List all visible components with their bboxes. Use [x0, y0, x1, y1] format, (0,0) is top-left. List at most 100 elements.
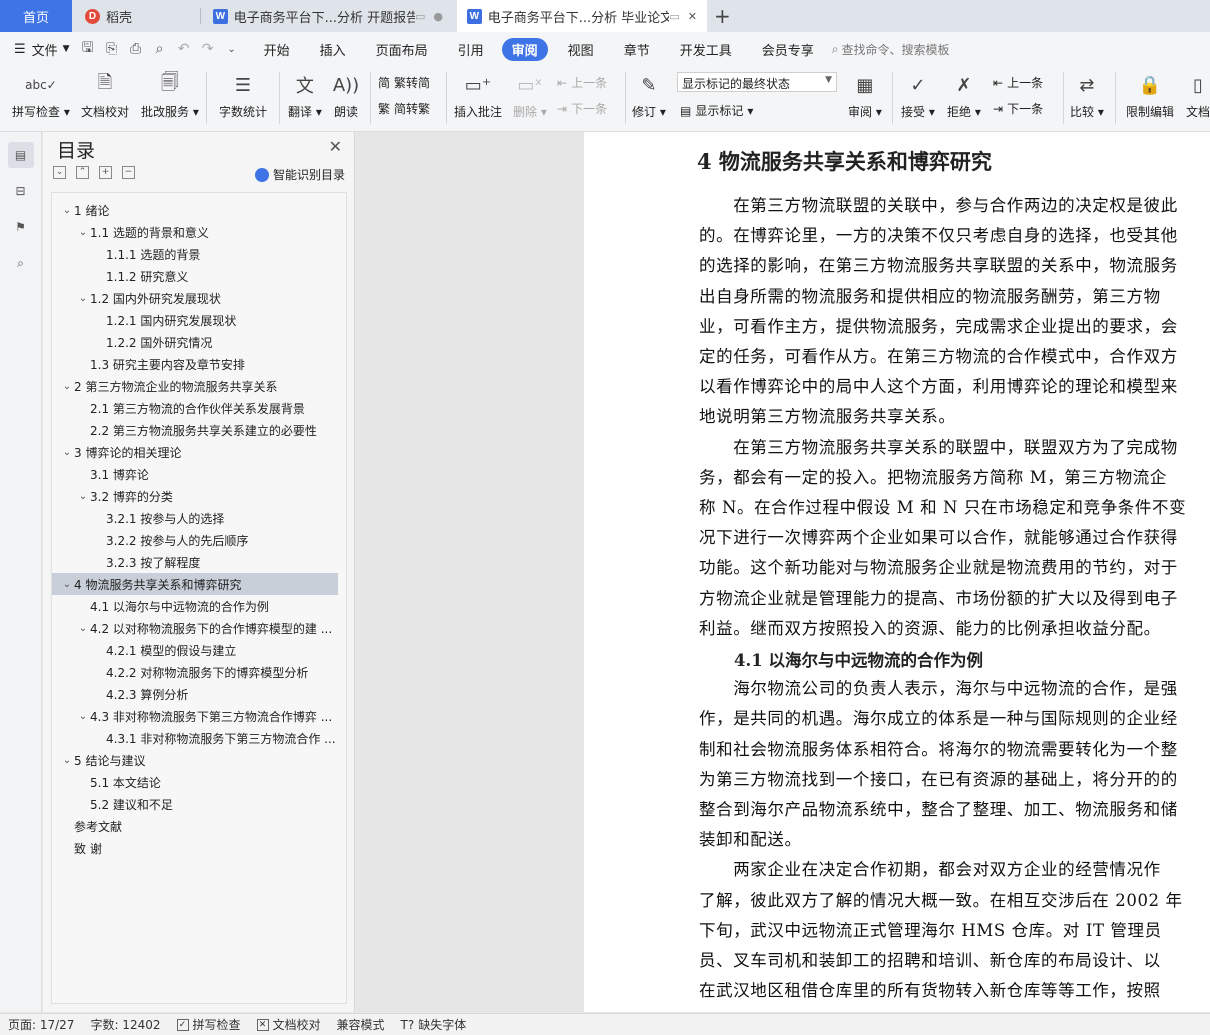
tab-doc-thesis[interactable]: W 电子商务平台下...分析 毕业论文 ▭ ✕	[457, 0, 707, 32]
new-tab-button[interactable]: +	[714, 4, 731, 28]
toc-item[interactable]: 2.2 第三方物流服务共享关系建立的必要性	[52, 419, 338, 441]
remove-level-icon[interactable]: −	[122, 166, 135, 179]
toc-item[interactable]: 4.3.1 非对称物流服务下第三方物流合作 ...	[52, 727, 338, 749]
menu-review[interactable]: 审阅	[501, 37, 548, 61]
prev-change-button[interactable]: ⇤ 上一条	[993, 74, 1043, 91]
toc-item[interactable]: 1.1.2 研究意义	[52, 265, 338, 287]
next-comment-button[interactable]: ⇥ 下一条	[557, 100, 607, 117]
chevron-down-icon[interactable]: ⌄	[76, 623, 90, 634]
markup-state-select[interactable]: 显示标记的最终状态 ▼	[677, 72, 837, 92]
menu-references[interactable]: 引用	[452, 40, 490, 59]
expand-down-icon[interactable]: ⌄	[53, 166, 66, 179]
track-changes-button[interactable]: ✎ 修订 ▾	[632, 70, 666, 120]
next-change-button[interactable]: ⇥ 下一条	[993, 100, 1043, 117]
toc-item[interactable]: ⌄ 4.3 非对称物流服务下第三方物流合作博弈 ...	[52, 705, 338, 727]
print-icon[interactable]: ⎙	[124, 37, 148, 61]
toc-item[interactable]: ⌄ 1.1 选题的背景和意义	[52, 221, 338, 243]
menu-start[interactable]: 开始	[258, 40, 296, 59]
toc-item[interactable]: 3.1 博弈论	[52, 463, 338, 485]
menu-developer[interactable]: 开发工具	[674, 40, 738, 59]
undo-icon[interactable]: ↶	[172, 37, 196, 61]
toc-item[interactable]: 5.1 本文结论	[52, 771, 338, 793]
insert-comment-button[interactable]: ▭⁺ 插入批注	[454, 70, 502, 120]
search-icon[interactable]: ⌕	[8, 250, 34, 276]
toc-item[interactable]: 3.2.1 按参与人的选择	[52, 507, 338, 529]
toc-item[interactable]: 2.1 第三方物流的合作伙伴关系发展背景	[52, 397, 338, 419]
command-search[interactable]: ⌕ 查找命令、搜索模板	[832, 41, 950, 58]
trad-to-simp-button[interactable]: 简繁转简	[378, 74, 430, 91]
chevron-down-icon[interactable]: ⌄	[76, 293, 90, 304]
chevron-down-icon[interactable]: ⌄	[60, 755, 74, 766]
toc-item[interactable]: 4.1 以海尔与中远物流的合作为例	[52, 595, 338, 617]
chevron-down-icon[interactable]: ⌄	[60, 381, 74, 392]
tab-docer[interactable]: D 稻壳	[75, 0, 195, 32]
toc-item[interactable]: 3.2.3 按了解程度	[52, 551, 338, 573]
word-count-status[interactable]: 字数: 12402	[82, 1016, 168, 1033]
page-indicator[interactable]: 页面: 17/27	[0, 1016, 82, 1033]
collapse-up-icon[interactable]: ⌃	[76, 166, 89, 179]
compare-button[interactable]: ⇄ 比较 ▾	[1070, 70, 1104, 120]
chevron-down-icon[interactable]: ⌄	[76, 491, 90, 502]
close-icon[interactable]: ✕	[688, 10, 697, 23]
toc-item[interactable]: ⌄ 3 博弈论的相关理论	[52, 441, 338, 463]
menu-view[interactable]: 视图	[562, 40, 600, 59]
tab-doc-proposal[interactable]: W 电子商务平台下...分析 开题报告 ▭ ●	[203, 0, 453, 32]
smart-toc-button[interactable]: 智能识别目录	[254, 166, 345, 183]
toc-item[interactable]: ⌄ 5 结论与建议	[52, 749, 338, 771]
toc-item[interactable]: 4.2.3 算例分析	[52, 683, 338, 705]
file-menu[interactable]: ☰ 文件 ▼	[0, 40, 76, 59]
export-icon[interactable]: ⎘	[100, 37, 124, 61]
toc-item[interactable]: ⌄ 4 物流服务共享关系和博弈研究	[52, 573, 338, 595]
review-pane-button[interactable]: ▦ 审阅 ▾	[848, 70, 882, 120]
toc-item[interactable]: 4.2.1 模型的假设与建立	[52, 639, 338, 661]
spell-check-status[interactable]: ✓ 拼写检查	[169, 1016, 249, 1033]
annotate-service-button[interactable]: 🗐 批改服务 ▾	[141, 70, 199, 120]
chevron-down-icon[interactable]: ⌄	[60, 205, 74, 216]
toc-item[interactable]: ⌄ 1 绪论	[52, 199, 338, 221]
toc-item[interactable]: ⌄ 4.2 以对称物流服务下的合作博弈模型的建 ...	[52, 617, 338, 639]
toc-item[interactable]: 1.1.1 选题的背景	[52, 243, 338, 265]
word-count-button[interactable]: ☰ 字数统计	[219, 70, 267, 120]
toc-item[interactable]: 3.2.2 按参与人的先后顺序	[52, 529, 338, 551]
missing-font-status[interactable]: T? 缺失字体	[393, 1016, 475, 1033]
proofread-status[interactable]: ✕ 文档校对	[249, 1016, 329, 1033]
chevron-down-icon[interactable]: ⌄	[76, 227, 90, 238]
simp-to-trad-button[interactable]: 繁简转繁	[378, 100, 430, 117]
doc-permission-button[interactable]: ▯ 文档	[1184, 70, 1210, 120]
toc-panel-icon[interactable]: ▤	[7, 142, 34, 168]
toc-item[interactable]: ⌄ 1.2 国内外研究发展现状	[52, 287, 338, 309]
delete-comment-button[interactable]: ▭ˣ 删除 ▾	[513, 70, 547, 120]
chevron-down-icon[interactable]: ⌄	[76, 711, 90, 722]
nav-pane-icon[interactable]: ⊟	[8, 178, 34, 204]
translate-button[interactable]: 文 翻译 ▾	[288, 70, 322, 120]
document-page[interactable]: 4 物流服务共享关系和博弈研究 在第三方物流联盟的关联中，参与合作两边的决定权是…	[584, 132, 1210, 1012]
menu-insert[interactable]: 插入	[314, 40, 352, 59]
toc-item[interactable]: 参考文献	[52, 815, 338, 837]
print-preview-icon[interactable]: ⌕	[148, 37, 172, 61]
toc-item[interactable]: 1.2.2 国外研究情况	[52, 331, 338, 353]
more-chevron-icon[interactable]: ⌄	[220, 37, 244, 61]
toc-item[interactable]: ⌄ 2 第三方物流企业的物流服务共享关系	[52, 375, 338, 397]
doc-proofread-button[interactable]: 🗎 文档校对	[81, 70, 129, 120]
toc-item[interactable]: ⌄ 3.2 博弈的分类	[52, 485, 338, 507]
chevron-down-icon[interactable]: ⌄	[60, 579, 74, 590]
save-icon[interactable]: 🖫	[76, 37, 100, 61]
spell-check-button[interactable]: abc✓ 拼写检查 ▾	[12, 70, 70, 120]
toc-item[interactable]: 5.2 建议和不足	[52, 793, 338, 815]
restrict-editing-button[interactable]: 🔒 限制编辑	[1126, 70, 1174, 120]
chevron-down-icon[interactable]: ⌄	[60, 447, 74, 458]
accept-button[interactable]: ✓ 接受 ▾	[901, 70, 935, 120]
screen-icon[interactable]: ▭	[669, 10, 679, 23]
toc-item[interactable]: 1.3 研究主要内容及章节安排	[52, 353, 338, 375]
bookmark-icon[interactable]: ⚑	[8, 214, 34, 240]
toc-item[interactable]: 4.2.2 对称物流服务下的博弈模型分析	[52, 661, 338, 683]
read-aloud-button[interactable]: A)) 朗读	[332, 70, 360, 120]
menu-member[interactable]: 会员专享	[756, 40, 820, 59]
prev-comment-button[interactable]: ⇤ 上一条	[557, 74, 607, 91]
toc-item[interactable]: 1.2.1 国内研究发展现状	[52, 309, 338, 331]
redo-icon[interactable]: ↷	[196, 37, 220, 61]
reject-button[interactable]: ✗ 拒绝 ▾	[947, 70, 981, 120]
menu-layout[interactable]: 页面布局	[370, 40, 434, 59]
show-markup-button[interactable]: ▤ 显示标记 ▾	[680, 102, 753, 119]
menu-chapter[interactable]: 章节	[618, 40, 656, 59]
